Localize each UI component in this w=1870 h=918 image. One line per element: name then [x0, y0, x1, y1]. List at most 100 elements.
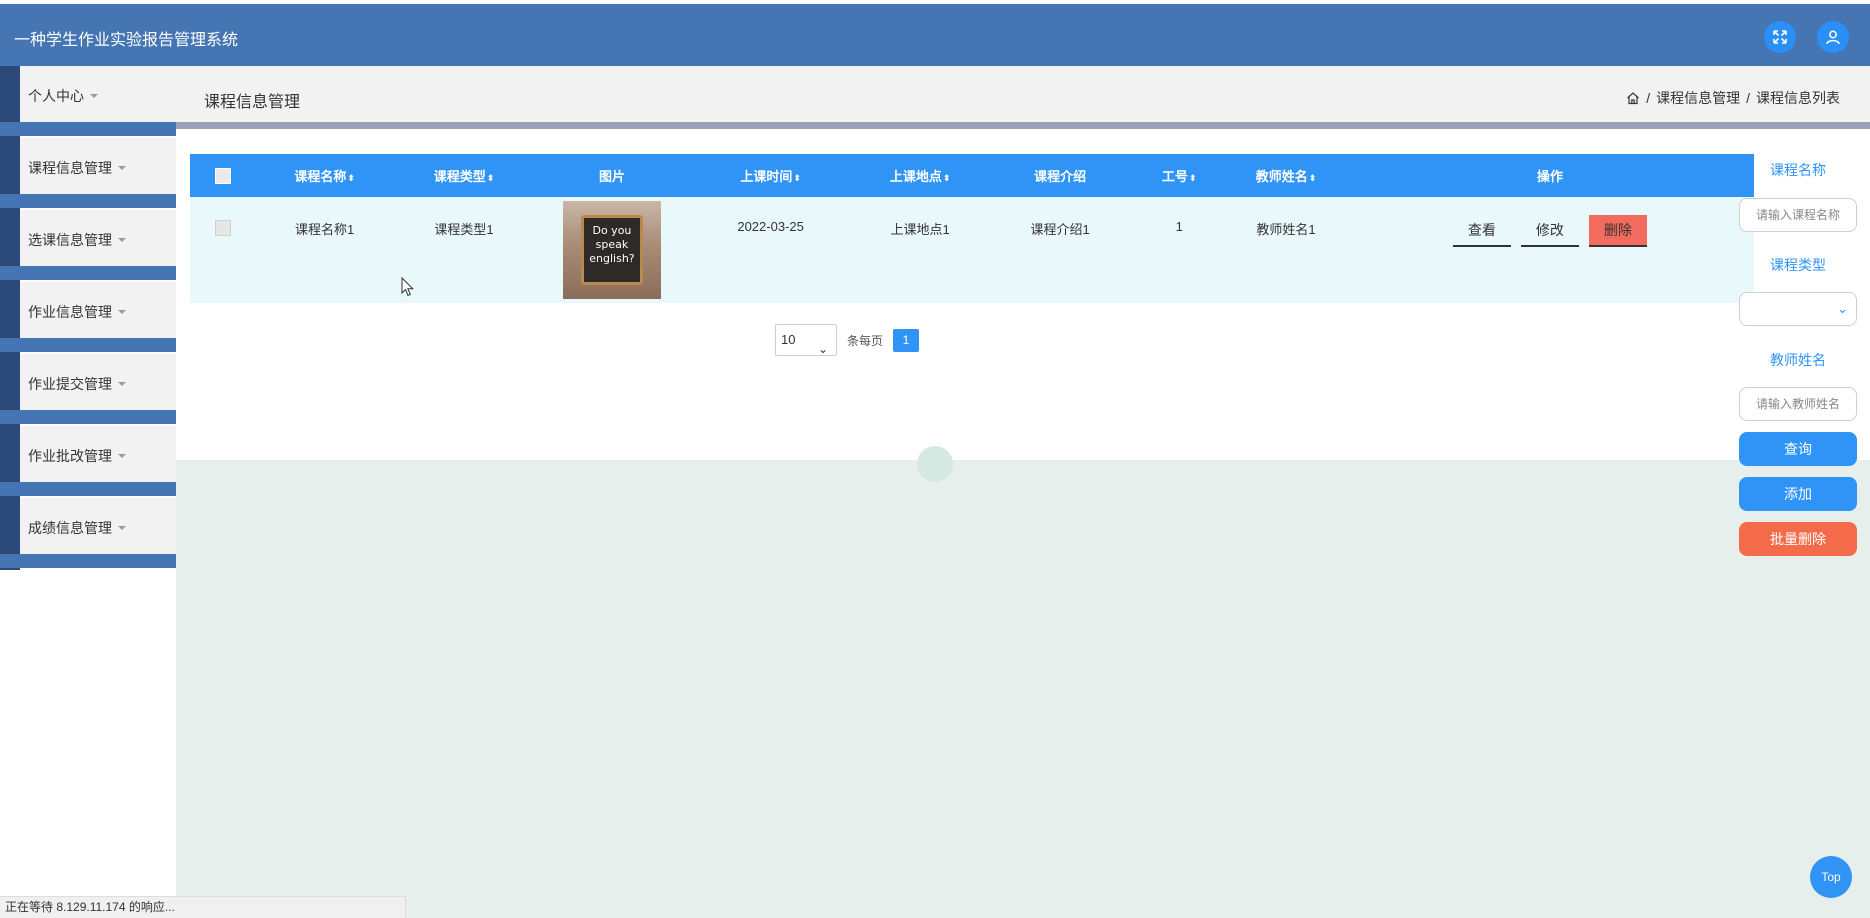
course-image-board: Do you speak english?	[580, 215, 643, 285]
caret-down-icon	[90, 94, 98, 98]
column-header-teacher[interactable]: 教师姓名⬍	[1226, 154, 1346, 197]
caret-down-icon	[118, 382, 126, 386]
sort-icon[interactable]: ⬍	[1189, 173, 1197, 183]
delete-button[interactable]: 删除	[1588, 215, 1647, 247]
sidebar-item-box: 选课信息管理	[20, 210, 176, 266]
page-header: 课程信息管理 / 课程信息管理 / 课程信息列表	[176, 66, 1870, 122]
view-button[interactable]: 查看	[1452, 215, 1511, 247]
course-table: 课程名称⬍ 课程类型⬍ 图片 上课时间⬍ 上课地点⬍ 课程介绍 工号⬍ 教师姓名…	[190, 154, 1754, 303]
sidebar-item-label: 成绩信息管理	[28, 518, 126, 538]
sidebar-divider	[0, 554, 176, 568]
main-area: 课程信息管理 / 课程信息管理 / 课程信息列表 课程名称⬍ 课程类型⬍ 图片 …	[176, 66, 1870, 918]
sidebar-item-label: 作业信息管理	[28, 302, 126, 322]
sidebar-item-box: 成绩信息管理	[20, 498, 176, 554]
per-page-label: 条每页	[847, 333, 884, 348]
breadcrumb-separator: /	[1746, 90, 1750, 106]
cell-time: 2022-03-25	[688, 197, 853, 303]
column-header-course-type[interactable]: 课程类型⬍	[392, 154, 536, 197]
page-size-value: 10	[781, 332, 796, 347]
column-header-actions: 操作	[1345, 154, 1754, 197]
course-type-select[interactable]: ⌄	[1739, 292, 1857, 326]
sidebar-item-homework-grading[interactable]: 作业批改管理	[0, 426, 176, 498]
browser-status-bar: 正在等待 8.129.11.174 的响应...	[0, 896, 406, 918]
cell-image: Do you speak english?	[535, 197, 689, 303]
chevron-down-icon: ⌄	[817, 342, 828, 356]
page-size-select[interactable]: 10 ⌄	[775, 324, 837, 356]
caret-down-icon	[118, 526, 126, 530]
sort-icon[interactable]: ⬍	[347, 173, 355, 183]
caret-down-icon	[118, 238, 126, 242]
header-divider	[176, 122, 1870, 129]
column-header-location[interactable]: 上课地点⬍	[852, 154, 988, 197]
caret-down-icon	[118, 310, 126, 314]
column-header-intro: 课程介绍	[987, 154, 1133, 197]
edit-button[interactable]: 修改	[1520, 215, 1579, 247]
back-to-top-button[interactable]: Top	[1810, 856, 1852, 898]
fullscreen-icon	[1773, 30, 1787, 44]
sidebar-item-course-info[interactable]: 课程信息管理	[0, 138, 176, 210]
course-type-label: 课程类型	[1770, 257, 1826, 273]
column-header-course-name[interactable]: 课程名称⬍	[256, 154, 393, 197]
sidebar-item-box: 作业信息管理	[20, 282, 176, 338]
sidebar-divider	[0, 266, 176, 280]
sidebar-item-box: 课程信息管理	[20, 138, 176, 194]
sidebar-item-homework-submit[interactable]: 作业提交管理	[0, 354, 176, 426]
course-image[interactable]: Do you speak english?	[562, 201, 661, 299]
table-row: 课程名称1 课程类型1 Do you speak english? 2022-0…	[190, 197, 1754, 303]
sort-icon[interactable]: ⬍	[1309, 173, 1317, 183]
sort-icon[interactable]: ⬍	[943, 173, 951, 183]
image-text-line: english?	[589, 252, 635, 265]
page-button-current[interactable]: 1	[893, 328, 920, 352]
select-all-checkbox[interactable]	[215, 167, 232, 184]
table-header-row: 课程名称⬍ 课程类型⬍ 图片 上课时间⬍ 上课地点⬍ 课程介绍 工号⬍ 教师姓名…	[190, 154, 1754, 197]
sidebar-divider	[0, 338, 176, 352]
sidebar-item-label: 个人中心	[28, 86, 98, 106]
breadcrumb-item-course-list: 课程信息列表	[1756, 90, 1840, 106]
image-text-line: Do you	[592, 224, 632, 237]
pagination: 10 ⌄ 条每页 1	[775, 324, 920, 356]
sidebar-item-box: 作业批改管理	[20, 426, 176, 482]
column-header-time[interactable]: 上课时间⬍	[688, 154, 853, 197]
top-bar: 一种学生作业实验报告管理系统	[0, 4, 1870, 66]
caret-down-icon	[118, 454, 126, 458]
sidebar-item-label: 课程信息管理	[28, 158, 126, 178]
teacher-name-input[interactable]: 请输入教师姓名	[1739, 387, 1857, 421]
sort-icon[interactable]: ⬍	[793, 173, 801, 183]
row-checkbox[interactable]	[215, 219, 232, 236]
home-icon[interactable]	[1626, 91, 1640, 105]
sidebar-item-box: 作业提交管理	[20, 354, 176, 410]
sidebar-item-grade-info[interactable]: 成绩信息管理	[0, 498, 176, 570]
user-button[interactable]	[1817, 21, 1849, 53]
caret-down-icon	[118, 166, 126, 170]
image-text-line: speak	[595, 238, 629, 251]
course-name-label: 课程名称	[1770, 162, 1826, 178]
column-header-staff-id[interactable]: 工号⬍	[1132, 154, 1227, 197]
loading-indicator	[917, 446, 953, 482]
breadcrumb-item-course-info[interactable]: 课程信息管理	[1656, 88, 1740, 108]
sidebar-item-label: 选课信息管理	[28, 230, 126, 250]
cell-staff-id: 1	[1132, 197, 1227, 303]
cell-course-name: 课程名称1	[256, 197, 393, 303]
chevron-down-icon: ⌄	[1837, 301, 1848, 316]
fullscreen-button[interactable]	[1764, 21, 1796, 53]
app-title: 一种学生作业实验报告管理系统	[14, 32, 239, 49]
query-button[interactable]: 查询	[1739, 432, 1857, 466]
course-name-input[interactable]: 请输入课程名称	[1739, 198, 1857, 232]
sidebar: 个人中心 课程信息管理 选课信息管理 作业信息管理 作业提交管理 作业批改管理	[0, 66, 176, 918]
column-header-image: 图片	[535, 154, 689, 197]
cell-location: 上课地点1	[852, 197, 988, 303]
teacher-label: 教师姓名	[1770, 352, 1826, 368]
sidebar-item-personal-center[interactable]: 个人中心	[0, 66, 176, 138]
sidebar-item-homework-info[interactable]: 作业信息管理	[0, 282, 176, 354]
sidebar-item-course-selection[interactable]: 选课信息管理	[0, 210, 176, 282]
sort-icon[interactable]: ⬍	[487, 173, 495, 183]
add-button[interactable]: 添加	[1739, 477, 1857, 511]
cell-actions: 查看 修改 删除	[1345, 197, 1754, 303]
sidebar-item-label: 作业批改管理	[28, 446, 126, 466]
batch-delete-button[interactable]: 批量删除	[1739, 522, 1857, 556]
mouse-cursor-icon	[401, 277, 415, 297]
breadcrumb: / 课程信息管理 / 课程信息列表	[1626, 88, 1840, 108]
sidebar-divider	[0, 194, 176, 208]
sidebar-divider	[0, 410, 176, 424]
user-icon	[1826, 30, 1840, 45]
